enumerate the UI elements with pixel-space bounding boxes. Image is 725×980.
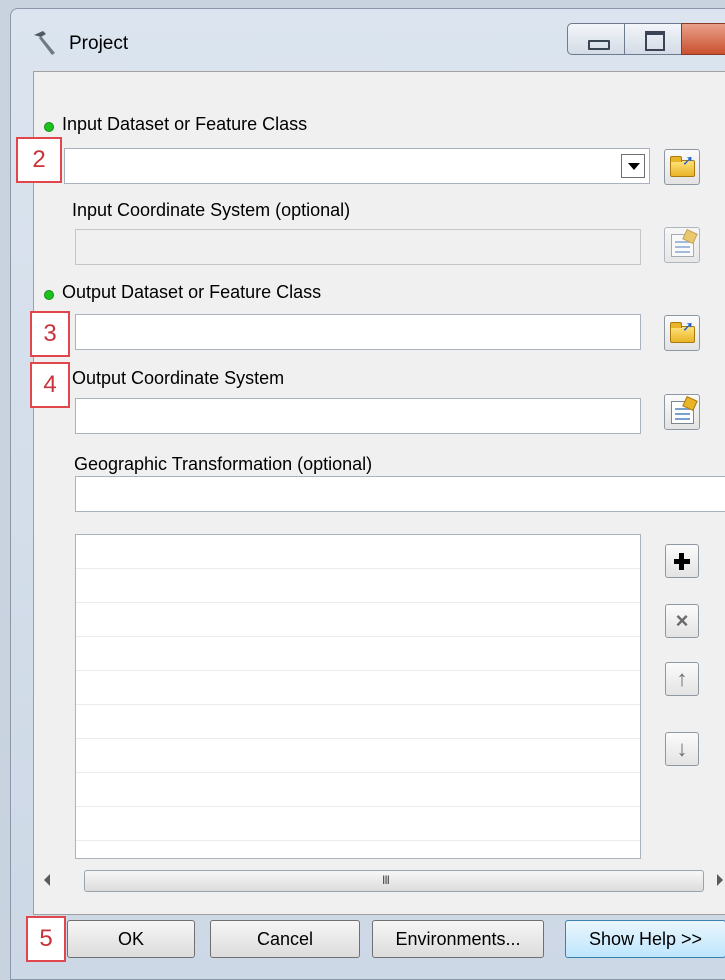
environments-button[interactable]: Environments... [372,920,544,958]
arrow-down-icon: ↓ [676,736,688,761]
list-item[interactable] [76,603,640,637]
output-coord-system-input[interactable] [76,399,640,433]
input-dataset-input[interactable] [65,149,649,183]
ok-button[interactable]: OK [67,920,195,958]
scroll-right-icon[interactable] [717,874,723,886]
browse-input-button[interactable]: ➚ [664,149,700,185]
geo-transformation-input[interactable] [76,477,725,511]
maximize-button[interactable] [624,23,682,55]
list-item[interactable] [76,637,640,671]
hammer-icon [34,31,55,55]
callout-5: 5 [26,916,66,962]
output-coord-system-field[interactable] [75,398,641,434]
remove-row-button: × [665,604,699,638]
horizontal-scrollbar[interactable]: III [34,868,725,896]
list-item[interactable] [76,773,640,807]
callout-4: 4 [30,362,70,408]
cancel-button[interactable]: Cancel [210,920,360,958]
project-tool-window: Project Input Dataset or Feature Class ➚… [10,8,725,980]
callout-2: 2 [16,137,62,183]
scroll-left-icon[interactable] [44,874,50,886]
list-item[interactable] [76,807,640,841]
required-indicator-icon [44,290,54,300]
show-help-button[interactable]: Show Help >> [565,920,725,958]
list-item[interactable] [76,705,640,739]
title-bar[interactable]: Project [11,9,725,65]
browse-output-button[interactable]: ➚ [664,315,700,351]
arrow-up-icon: ↑ [676,666,688,691]
input-dataset-combobox[interactable] [64,148,650,184]
output-dataset-input[interactable] [76,315,640,349]
geo-transformation-label: Geographic Transformation (optional) [74,454,373,474]
callout-3: 3 [30,311,70,357]
properties-icon [671,401,694,424]
add-row-button[interactable] [665,544,699,578]
properties-icon [671,234,694,257]
output-dataset-label: Output Dataset or Feature Class [62,282,322,302]
chevron-down-icon[interactable] [621,154,645,178]
input-coord-system-input [76,230,640,264]
minimize-button[interactable] [567,23,625,55]
list-item[interactable] [76,671,640,705]
output-dataset-field[interactable] [75,314,641,350]
output-coord-system-label: Output Coordinate System [72,368,285,388]
input-coord-properties-button [664,227,700,263]
output-coord-properties-button[interactable] [664,394,700,430]
arrow-icon: ➚ [682,152,694,168]
list-item[interactable] [76,535,640,569]
required-indicator-icon [44,122,54,132]
move-down-button: ↓ [665,732,699,766]
close-button[interactable] [681,23,725,55]
tool-dialog-body: Input Dataset or Feature Class ➚ Input C… [33,71,725,915]
input-dataset-label: Input Dataset or Feature Class [62,114,308,134]
grip-icon: III [382,873,390,887]
window-controls [567,23,725,57]
transformation-list[interactable] [75,534,641,859]
arrow-icon: ➚ [682,318,694,334]
input-coord-system-label: Input Coordinate System (optional) [72,200,351,220]
move-up-button: ↑ [665,662,699,696]
window-title: Project [69,33,129,54]
close-icon: × [675,608,689,633]
list-item[interactable] [76,569,640,603]
geo-transformation-field[interactable] [75,476,725,512]
list-item[interactable] [76,739,640,773]
scroll-thumb[interactable]: III [84,870,704,892]
input-coord-system-field [75,229,641,265]
